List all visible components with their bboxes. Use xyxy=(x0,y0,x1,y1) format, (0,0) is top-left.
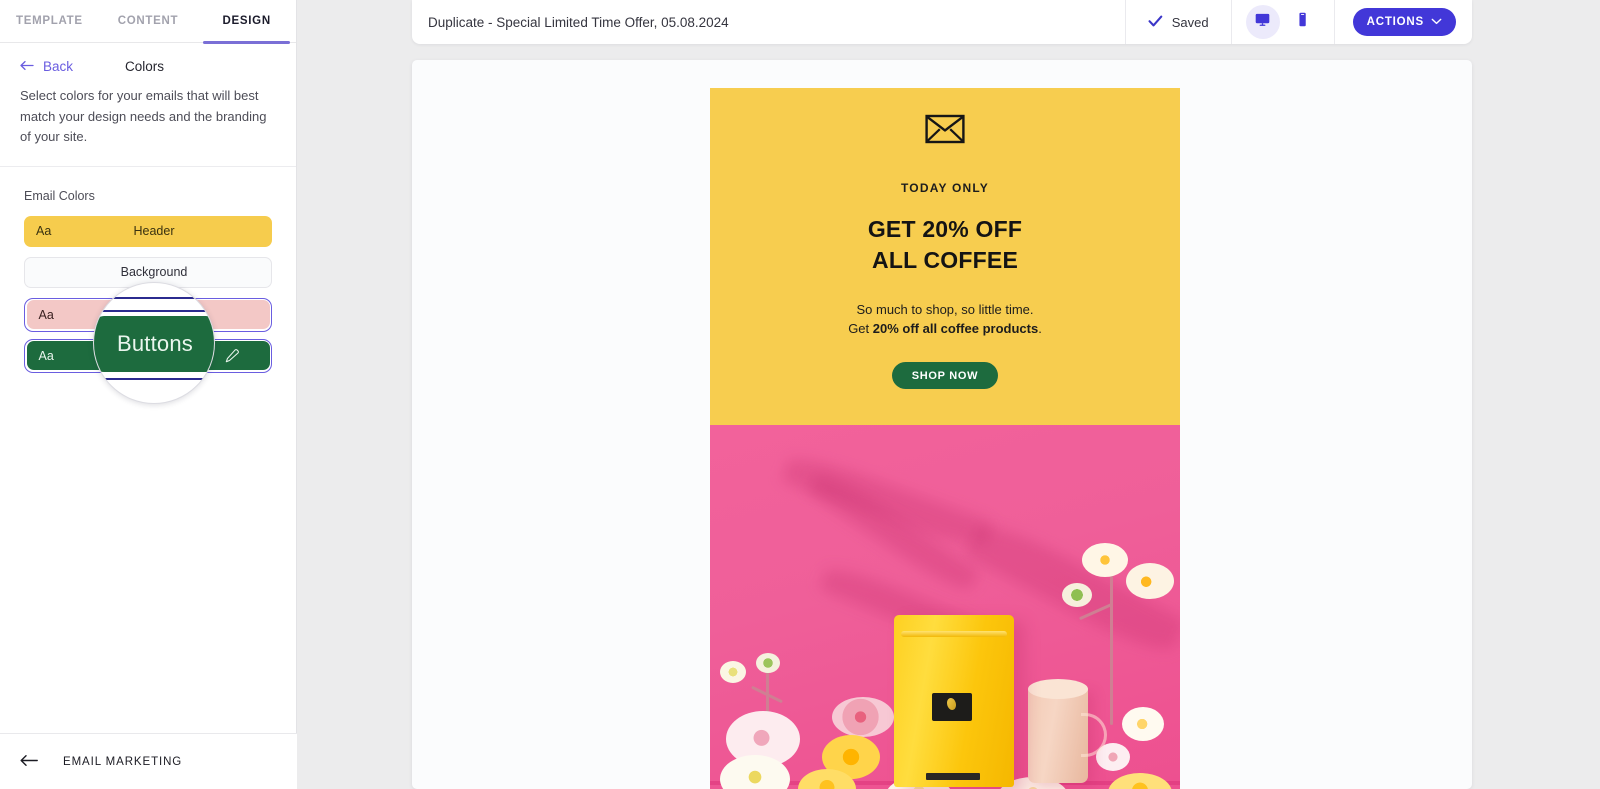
decorative-flower xyxy=(1082,543,1128,578)
save-status-label: Saved xyxy=(1171,14,1209,30)
actions-button[interactable]: ACTIONS xyxy=(1352,8,1456,36)
swatch-aa-sample: Aa xyxy=(38,307,54,322)
arrow-left-icon xyxy=(20,753,39,770)
check-icon xyxy=(1148,15,1163,29)
save-status: Saved xyxy=(1124,0,1231,44)
arrow-left-icon xyxy=(20,59,35,74)
product-cup xyxy=(1028,679,1107,784)
decorative-flower xyxy=(832,697,894,738)
editor-main: Duplicate - Special Limited Time Offer, … xyxy=(297,0,1600,789)
tab-design[interactable]: DESIGN xyxy=(197,0,296,44)
swatch-label-background: Background xyxy=(120,265,188,280)
swatch-label-buttons: Buttons xyxy=(132,348,176,363)
edit-color-button[interactable] xyxy=(224,348,270,364)
color-swatch-accent-wrapper[interactable]: Aa Accent xyxy=(24,297,272,332)
email-headline-line1: GET 20% OFF xyxy=(867,216,1023,242)
section-label: Email Colors xyxy=(24,188,95,203)
email-headline-line2: ALL COFFEE xyxy=(872,246,1018,273)
email-header-block[interactable]: TODAY ONLY GET 20% OFF ALL COFFEE So muc… xyxy=(710,88,1180,426)
email-subtext-line2: Get 20% off all coffee products. xyxy=(750,320,1140,339)
panel-header: Back Colors Select colors for your email… xyxy=(0,43,296,167)
swatch-label-accent: Accent xyxy=(134,307,174,322)
email-subtext-line1: So much to shop, so little time. xyxy=(856,302,1034,318)
back-button[interactable]: Back xyxy=(20,59,73,74)
email-eyebrow: TODAY ONLY xyxy=(900,181,990,195)
desktop-preview-button[interactable] xyxy=(1245,5,1280,39)
shop-now-button[interactable]: SHOP NOW xyxy=(891,362,999,390)
subtext-emphasis: 20% off all coffee products xyxy=(872,321,1039,337)
color-swatch-buttons[interactable]: Aa Buttons xyxy=(26,341,270,371)
desktop-icon xyxy=(1254,11,1271,33)
product-coffee-pouch xyxy=(894,615,1014,788)
color-swatch-accent[interactable]: Aa Accent xyxy=(26,300,270,330)
color-swatch-buttons-wrapper[interactable]: Aa Buttons xyxy=(24,338,272,373)
decorative-flower xyxy=(1062,583,1092,608)
envelope-icon xyxy=(750,114,1140,149)
document-title[interactable]: Duplicate - Special Limited Time Offer, … xyxy=(412,15,1125,30)
decorative-flower xyxy=(1108,773,1172,789)
subtext-suffix: . xyxy=(1038,321,1042,337)
sidebar-footer[interactable]: EMAIL MARKETING xyxy=(0,733,297,789)
actions-button-label: ACTIONS xyxy=(1366,16,1424,28)
decorative-flower xyxy=(1122,707,1164,742)
color-swatch-header[interactable]: Aa Header xyxy=(24,215,272,247)
color-swatch-background[interactable]: Background xyxy=(24,256,272,288)
email-editor-app: TEMPLATE CONTENT DESIGN Back Colors Sele… xyxy=(0,0,1600,789)
design-sidebar: TEMPLATE CONTENT DESIGN Back Colors Sele… xyxy=(0,0,297,789)
device-preview-toggle xyxy=(1230,0,1334,44)
tab-template[interactable]: TEMPLATE xyxy=(0,0,99,43)
swatch-aa-sample: Aa xyxy=(36,224,52,239)
mobile-icon xyxy=(1295,11,1310,33)
email-colors-section: Email Colors Aa Header Background Aa Acc… xyxy=(0,167,296,373)
mobile-preview-button[interactable] xyxy=(1286,5,1320,39)
panel-description: Select colors for your emails that will … xyxy=(20,88,267,145)
page-title: Colors xyxy=(125,59,165,74)
back-button-label: Back xyxy=(43,59,74,74)
actions-container: ACTIONS xyxy=(1333,0,1472,44)
email-canvas: TODAY ONLY GET 20% OFF ALL COFFEE So muc… xyxy=(412,60,1472,789)
tab-content[interactable]: CONTENT xyxy=(99,0,198,43)
decorative-flower xyxy=(720,661,746,684)
decorative-flower xyxy=(756,653,780,674)
sidebar-tabbar: TEMPLATE CONTENT DESIGN xyxy=(0,0,296,44)
swatch-label-header: Header xyxy=(133,224,175,239)
cup-foam xyxy=(1028,679,1088,700)
footer-label: EMAIL MARKETING xyxy=(63,755,183,768)
pouch-footer-strip xyxy=(926,773,980,781)
panel-header-row: Back Colors xyxy=(20,59,276,74)
decorative-flower xyxy=(1126,563,1174,600)
email-preview: TODAY ONLY GET 20% OFF ALL COFFEE So muc… xyxy=(710,88,1180,789)
editor-topbar: Duplicate - Special Limited Time Offer, … xyxy=(412,0,1472,44)
swatch-aa-sample: Aa xyxy=(38,348,54,363)
email-hero-image[interactable] xyxy=(710,425,1180,789)
pouch-brand-label xyxy=(932,693,972,722)
lens-rule-bottom xyxy=(94,378,214,380)
decorative-stem xyxy=(1110,575,1113,726)
subtext-prefix: Get xyxy=(848,321,873,337)
pouch-zipper xyxy=(901,631,1007,638)
chevron-down-icon xyxy=(1431,17,1442,27)
